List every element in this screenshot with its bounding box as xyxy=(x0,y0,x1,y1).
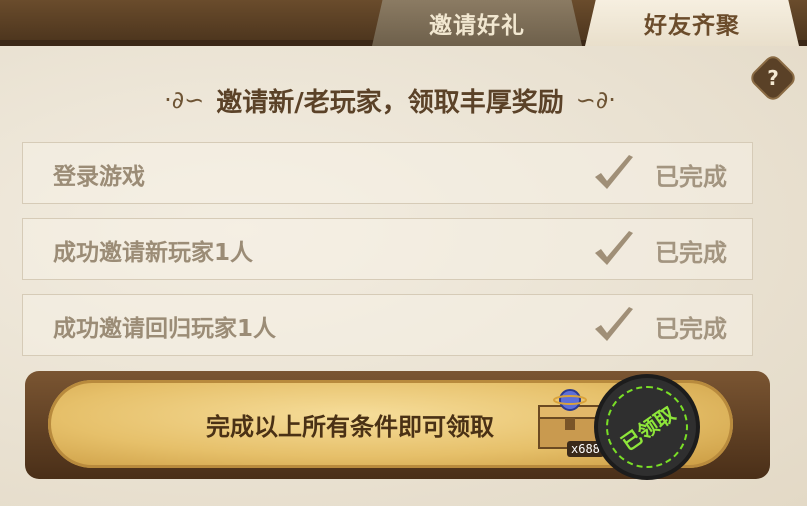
task-status: 已完成 xyxy=(655,238,727,267)
task-row-invite-returning: 成功邀请回归玩家1人 已完成 xyxy=(22,294,753,356)
reward-text: 完成以上所有条件即可领取 xyxy=(206,412,494,441)
help-button[interactable]: ? xyxy=(750,55,796,101)
tab-friends-gather-label: 好友齐聚 xyxy=(644,13,740,39)
claimed-stamp: 已领取 xyxy=(598,378,696,476)
headline-text: 邀请新/老玩家，领取丰厚奖励 xyxy=(216,87,564,118)
headline: ·∂∽ 邀请新/老玩家，领取丰厚奖励 ∽∂· xyxy=(90,80,690,120)
task-label: 成功邀请新玩家1人 xyxy=(53,240,254,266)
task-status: 已完成 xyxy=(655,314,727,343)
tab-invite-gifts-label: 邀请好礼 xyxy=(429,13,525,39)
tab-friends-gather[interactable]: 好友齐聚 xyxy=(585,0,799,46)
task-label: 登录游戏 xyxy=(53,164,145,190)
help-icon: ? xyxy=(767,66,779,90)
task-row-login: 登录游戏 已完成 xyxy=(22,142,753,204)
flourish-right-icon: ∽∂· xyxy=(575,86,616,114)
check-icon xyxy=(595,307,633,341)
check-icon xyxy=(595,155,633,189)
check-icon xyxy=(595,231,633,265)
tab-invite-gifts[interactable]: 邀请好礼 xyxy=(372,0,582,46)
task-row-invite-new: 成功邀请新玩家1人 已完成 xyxy=(22,218,753,280)
flourish-left-icon: ·∂∽ xyxy=(164,86,205,114)
task-label: 成功邀请回归玩家1人 xyxy=(53,316,277,342)
task-status: 已完成 xyxy=(655,162,727,191)
